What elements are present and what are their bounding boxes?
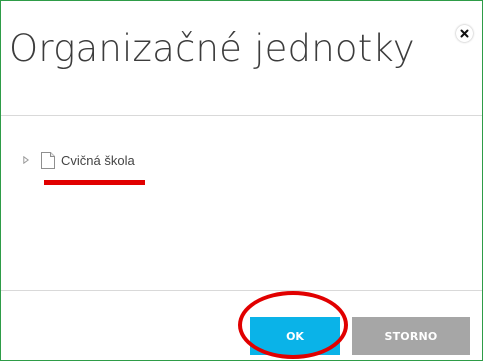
tree-panel: Cvičná škola: [1, 115, 482, 291]
dialog-header: Organizačné jednotky: [1, 1, 482, 115]
close-button[interactable]: [456, 25, 473, 42]
document-icon: [41, 151, 55, 169]
cancel-button[interactable]: STORNO: [352, 317, 470, 355]
org-units-dialog: Organizačné jednotky Cvičná škola OK STO…: [0, 0, 483, 361]
close-icon: [460, 29, 469, 38]
ok-button[interactable]: OK: [250, 317, 340, 355]
expand-toggle[interactable]: [21, 154, 31, 166]
tree-node-label[interactable]: Cvičná škola: [61, 153, 135, 168]
tree-node[interactable]: Cvičná škola: [21, 151, 135, 169]
red-underline-annotation: [44, 180, 145, 185]
dialog-title: Organizačné jednotky: [9, 27, 415, 70]
dialog-footer: OK STORNO: [1, 290, 482, 360]
triangle-right-icon: [23, 156, 29, 164]
